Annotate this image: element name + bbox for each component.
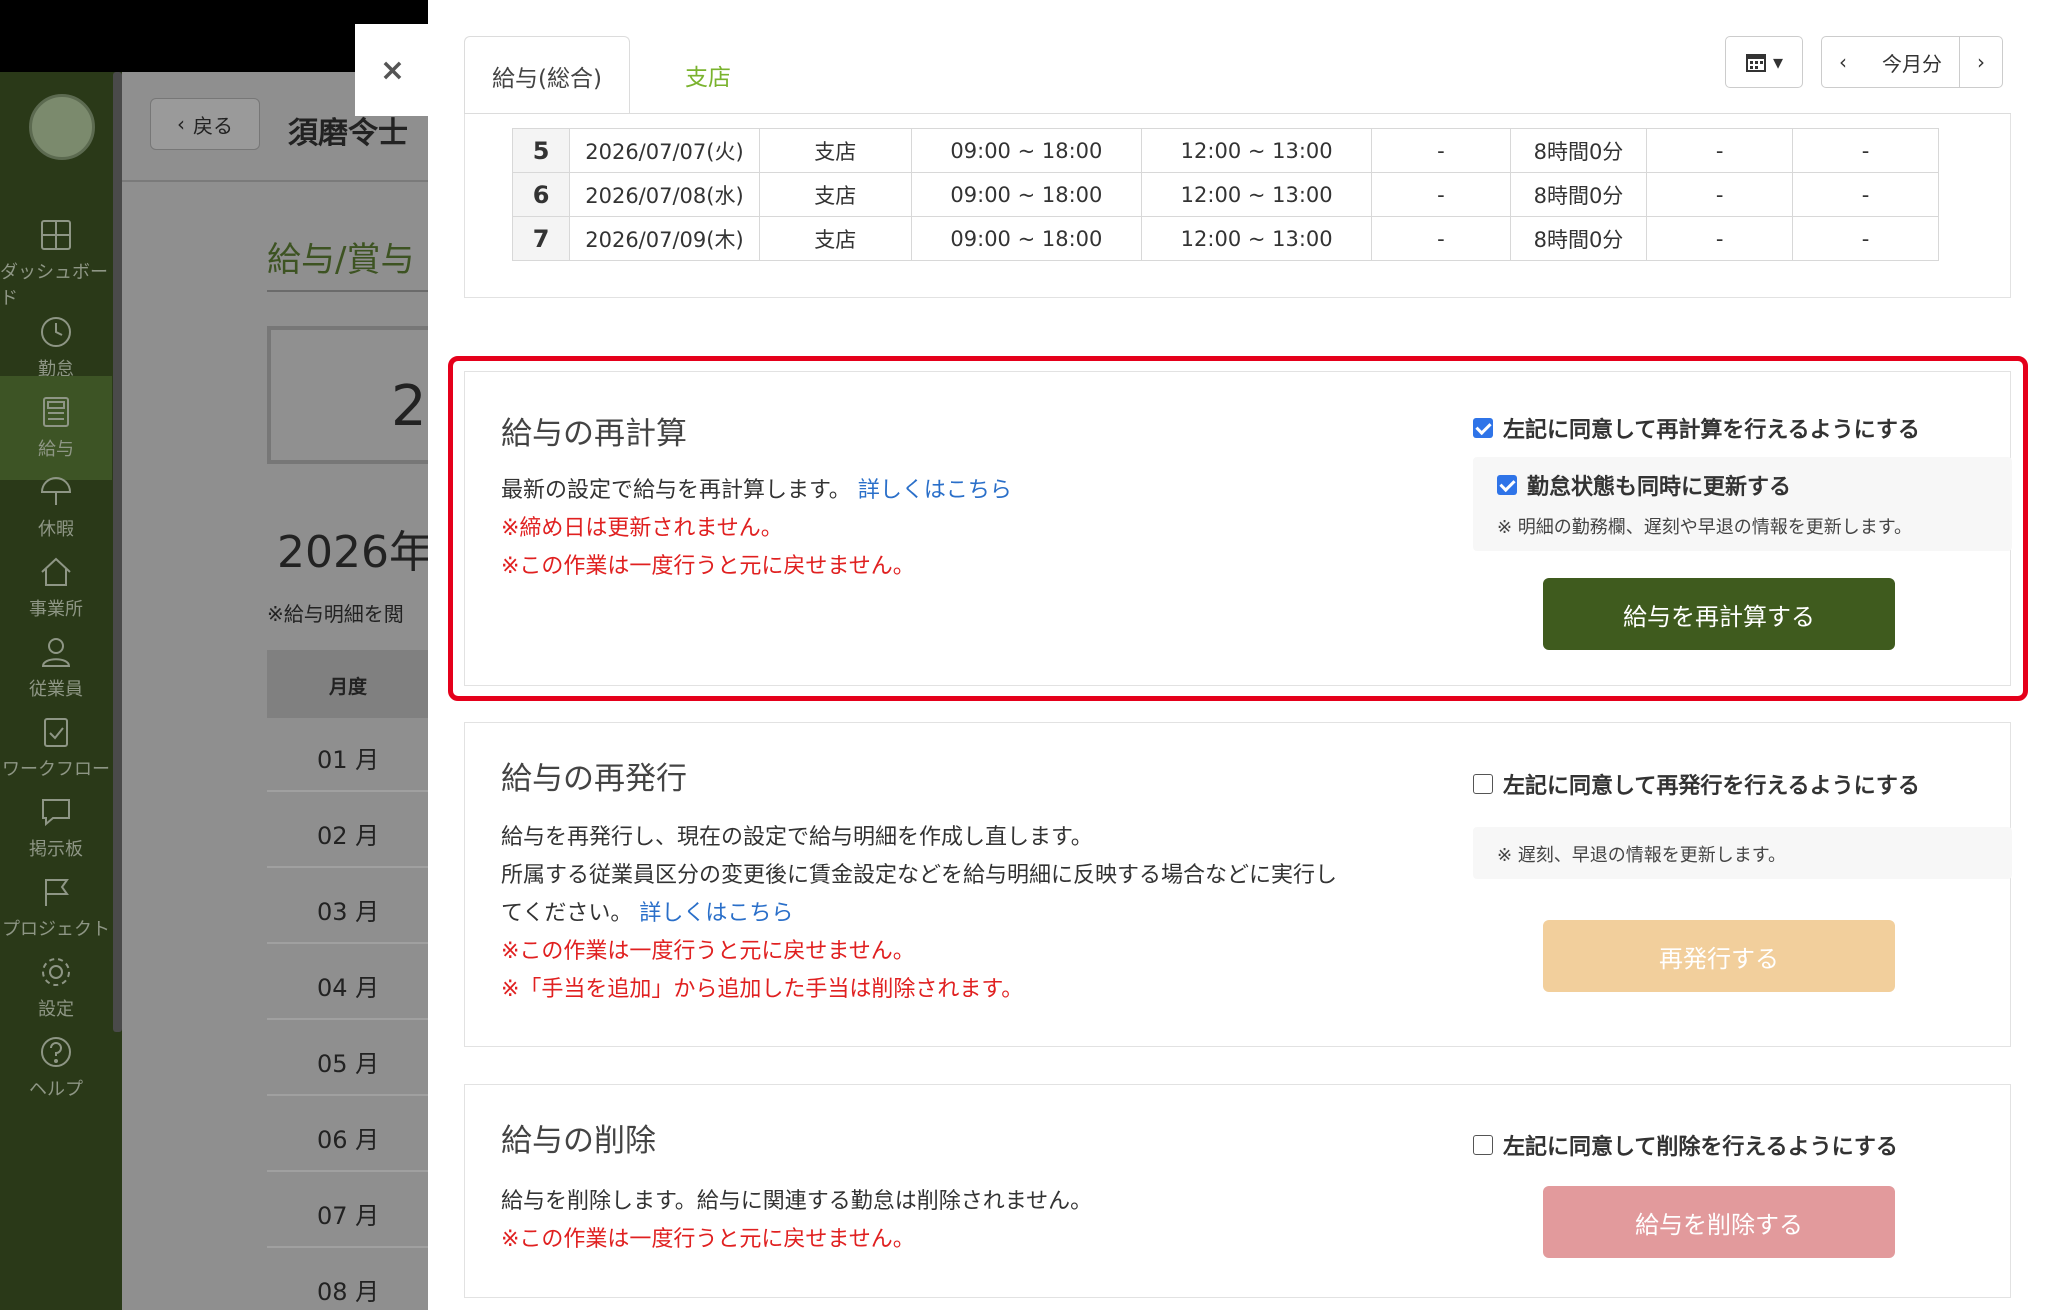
caret-down-icon: ▾ <box>1772 50 1784 74</box>
table-cell: - <box>1646 216 1794 261</box>
table-cell: 2026/07/09(木) <box>569 216 760 261</box>
timesheet-table: 5 2026/07/07(火) 支店 09:00 ~ 18:00 12:00 ~ 13:… <box>511 128 1939 261</box>
table-row: 7 2026/07/09(木) 支店 09:00 ~ 18:00 12:00 ~ 13:… <box>511 216 1939 261</box>
clock-icon <box>41 317 71 347</box>
table-row[interactable]: 05 月 <box>267 1022 428 1096</box>
divider <box>267 290 428 292</box>
table-cell: - <box>1371 216 1511 261</box>
flag-icon <box>45 879 69 906</box>
table-cell: 支店 <box>758 216 912 261</box>
table-cell: - <box>1371 128 1511 173</box>
chat-icon <box>42 799 70 827</box>
table-row: 5 2026/07/07(火) 支店 09:00 ~ 18:00 12:00 ~ 13:… <box>511 128 1939 173</box>
summary-box: 2 <box>267 326 428 464</box>
reissue-note-box: ※ 遅刻、早退の情報を更新します。 <box>1473 827 2012 879</box>
warning-text: ※「手当を追加」から追加した手当は削除されます。 <box>501 977 1024 1002</box>
reissue-title: 給与の再発行 <box>501 761 687 797</box>
table-row[interactable]: 08 月 <box>267 1250 428 1310</box>
warning-text: ※この作業は一度行うと元に戻せません。 <box>501 939 915 964</box>
chevron-right-icon: › <box>1977 50 1985 74</box>
table-cell: - <box>1792 216 1939 261</box>
reissue-button[interactable]: 再発行する <box>1543 920 1895 992</box>
reissue-agree-checkbox[interactable] <box>1473 774 1493 794</box>
calendar-icon <box>1745 54 1766 72</box>
table-cell: 09:00 ~ 18:00 <box>910 172 1143 217</box>
delete-card: 給与の削除 給与を削除します。給与に関連する勤怠は削除されません。 ※この作業は… <box>464 1084 2011 1298</box>
home-icon <box>41 557 71 586</box>
table-cell: - <box>1371 172 1511 217</box>
close-button[interactable]: × <box>355 24 430 116</box>
section-title: 給与/賞与 <box>267 240 415 280</box>
timesheet-body: 5 2026/07/07(火) 支店 09:00 ~ 18:00 12:00 ~ 13:… <box>511 128 1939 261</box>
tab-branch[interactable]: 支店 <box>648 36 768 114</box>
table-row[interactable]: 01 月 <box>267 718 428 792</box>
delete-title: 給与の削除 <box>501 1123 656 1159</box>
sidebar-item-help[interactable]: ヘルプ <box>0 1016 112 1120</box>
table-header: 月度 <box>267 650 428 718</box>
highlight-frame <box>448 356 2028 701</box>
warning-text: ※この作業は一度行うと元に戻せません。 <box>501 1227 915 1252</box>
umbrella-icon <box>40 477 72 505</box>
table-row: 6 2026/07/08(水) 支店 09:00 ~ 18:00 12:00 ~ 13:… <box>511 172 1939 217</box>
table-row[interactable]: 06 月 <box>267 1098 428 1172</box>
chevron-left-icon: ‹ <box>1839 50 1847 74</box>
details-link[interactable]: 詳しくはこちら <box>639 901 793 926</box>
dashboard-icon <box>41 220 71 250</box>
back-button[interactable]: ‹ 戻る <box>150 98 260 150</box>
calculator-icon <box>43 397 69 427</box>
divider <box>122 180 428 182</box>
table-row[interactable]: 03 月 <box>267 870 428 944</box>
person-icon <box>41 638 71 667</box>
reissue-note: ※ 遅刻、早退の情報を更新します。 <box>1497 845 1787 866</box>
gear-icon <box>42 958 70 986</box>
table-row[interactable]: 04 月 <box>267 946 428 1020</box>
help-icon <box>41 1037 71 1067</box>
avatar[interactable] <box>29 94 95 160</box>
table-cell: - <box>1792 128 1939 173</box>
table-cell: 12:00 ~ 13:00 <box>1141 216 1373 261</box>
table-cell: 2026/07/07(火) <box>569 128 760 173</box>
row-number: 6 <box>511 172 571 217</box>
delete-button[interactable]: 給与を削除する <box>1543 1186 1895 1258</box>
close-icon: × <box>379 52 406 88</box>
table-cell: 支店 <box>758 128 912 173</box>
delete-agree-option[interactable]: 左記に同意して削除を行えるようにする <box>1473 1129 1898 1161</box>
prev-period-button[interactable]: ‹ <box>1821 36 1865 88</box>
payroll-modal: 給与(総合) 支店 ▾ ‹ 今月分 › 5 2026/07/07(火) 支店 09:0… <box>428 0 2048 1310</box>
payslip-note: ※給与明細を閲 <box>267 602 404 626</box>
table-cell: 09:00 ~ 18:00 <box>910 216 1143 261</box>
table-cell: - <box>1646 172 1794 217</box>
tab-salary-total[interactable]: 給与(総合) <box>464 36 630 114</box>
table-cell: 8時間0分 <box>1509 216 1648 261</box>
table-cell: - <box>1646 128 1794 173</box>
table-cell: 09:00 ~ 18:00 <box>910 128 1143 173</box>
row-number: 7 <box>511 216 571 261</box>
year-heading: 2026年 <box>277 527 428 578</box>
reissue-description: 給与を再発行し、現在の設定で給与明細を作成し直します。 所属する従業員区分の変更… <box>501 819 1337 1009</box>
delete-description: 給与を削除します。給与に関連する勤怠は削除されません。 ※この作業は一度行うと元… <box>501 1183 1092 1259</box>
calendar-dropdown-button[interactable]: ▾ <box>1725 36 1803 88</box>
sidebar-scrollbar[interactable] <box>113 72 122 1032</box>
sidebar: ダッシュボード 勤怠 給与 休暇 事業所 従業員 ワークフロー 掲示板 プロジェ… <box>0 72 122 1310</box>
background-main: ‹ 戻る 須磨令士 給与/賞与 2 2026年 ※給与明細を閲 月度 01 月 … <box>122 72 428 1310</box>
reissue-agree-option[interactable]: 左記に同意して再発行を行えるようにする <box>1473 768 1920 800</box>
table-cell: 12:00 ~ 13:00 <box>1141 172 1373 217</box>
clipboard-check-icon <box>44 718 68 747</box>
delete-agree-checkbox[interactable] <box>1473 1135 1493 1155</box>
table-cell: 12:00 ~ 13:00 <box>1141 128 1373 173</box>
table-cell: - <box>1792 172 1939 217</box>
sidebar-item-label: ヘルプ <box>29 1079 83 1100</box>
next-period-button[interactable]: › <box>1959 36 2003 88</box>
chevron-left-icon: ‹ <box>177 112 185 136</box>
row-number: 5 <box>511 128 571 173</box>
reissue-card: 給与の再発行 給与を再発行し、現在の設定で給与明細を作成し直します。 所属する従… <box>464 722 2012 1047</box>
current-period-button[interactable]: 今月分 <box>1864 36 1960 88</box>
table-cell: 支店 <box>758 172 912 217</box>
table-cell: 8時間0分 <box>1509 128 1648 173</box>
table-cell: 2026/07/08(水) <box>569 172 760 217</box>
table-cell: 8時間0分 <box>1509 172 1648 217</box>
table-row[interactable]: 02 月 <box>267 794 428 868</box>
table-row[interactable]: 07 月 <box>267 1174 428 1248</box>
